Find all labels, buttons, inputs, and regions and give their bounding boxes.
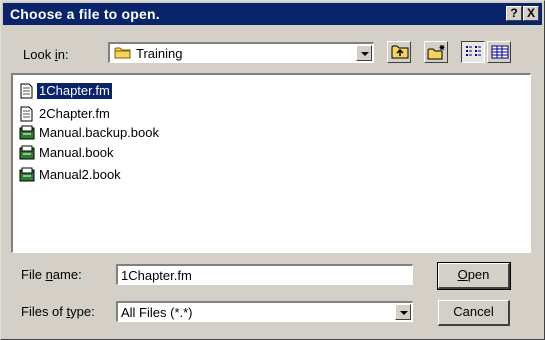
file-type-value: All Files (*.*) <box>121 305 193 320</box>
file-type-select[interactable]: All Files (*.*) <box>116 301 413 322</box>
fm-document-icon <box>19 106 35 122</box>
file-name-label: File name: <box>21 267 82 282</box>
folder-icon <box>114 46 132 65</box>
up-one-level-button[interactable] <box>387 41 411 63</box>
look-in-dropdown-arrow[interactable] <box>356 45 372 61</box>
book-icon <box>19 145 35 161</box>
list-view-button[interactable] <box>461 41 485 63</box>
open-file-dialog: Choose a file to open. ? X Look in: Trai… <box>0 0 545 340</box>
book-icon <box>19 167 35 183</box>
file-type-label: Files of type: <box>21 304 95 319</box>
close-button[interactable]: X <box>523 6 539 21</box>
chevron-down-icon <box>361 52 369 56</box>
look-in-combobox[interactable]: Training <box>108 42 374 63</box>
up-one-level-icon <box>391 45 409 64</box>
help-button[interactable]: ? <box>506 6 522 21</box>
look-in-value: Training <box>136 46 183 61</box>
list-view-icon <box>465 45 483 64</box>
chevron-down-icon <box>400 311 408 315</box>
book-icon <box>19 125 35 141</box>
details-view-button[interactable] <box>487 41 511 63</box>
look-in-label: Look in: <box>23 47 69 62</box>
file-type-dropdown-arrow[interactable] <box>395 304 411 320</box>
dialog-title: Choose a file to open. <box>10 6 160 22</box>
file-list[interactable]: 1Chapter.fm 2Chapter.fm Manual.backup.bo… <box>11 73 531 253</box>
open-button[interactable]: Open <box>437 262 511 290</box>
fm-document-icon <box>19 83 35 99</box>
new-folder-icon <box>427 44 447 66</box>
file-name-value: 1Chapter.fm <box>121 268 192 283</box>
details-view-icon <box>491 45 509 64</box>
file-name-input[interactable]: 1Chapter.fm <box>116 264 413 285</box>
cancel-button[interactable]: Cancel <box>438 300 510 326</box>
title-bar[interactable]: Choose a file to open. ? X <box>3 3 542 25</box>
create-new-folder-button[interactable] <box>424 41 448 63</box>
